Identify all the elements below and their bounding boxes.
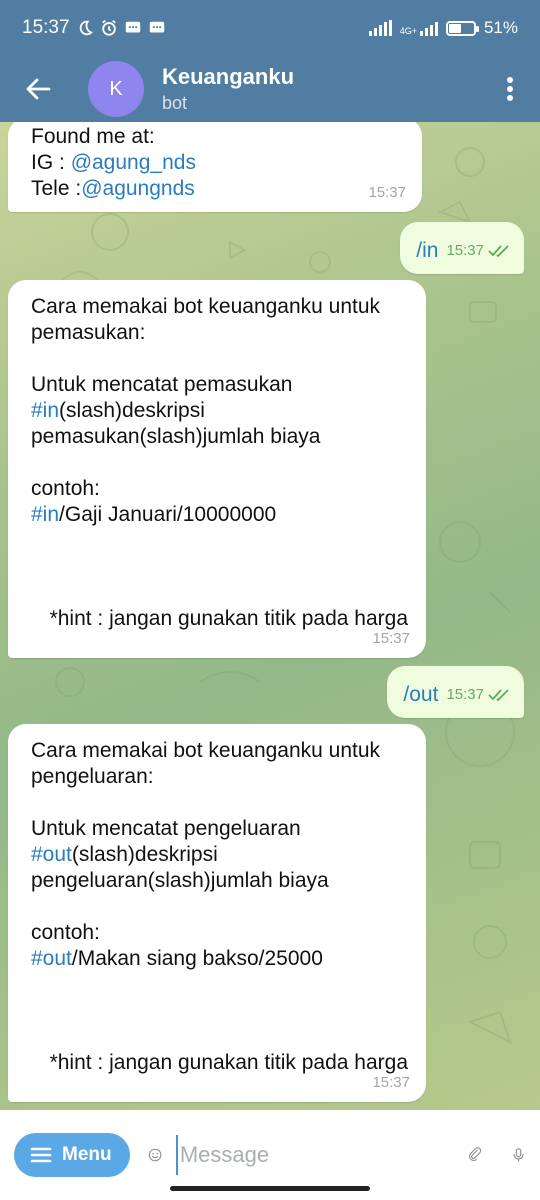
arrow-left-icon — [26, 78, 51, 100]
signal-icon — [419, 20, 438, 36]
double-check-icon — [488, 245, 509, 257]
battery-icon — [445, 20, 479, 36]
message-bubble-incoming[interactable]: Cara memakai bot keuanganku untuk pengel… — [8, 724, 426, 1102]
command-link[interactable]: /out — [403, 682, 438, 708]
message-line: #out/Makan siang bakso/25000 — [31, 947, 323, 970]
hint-text: *hint : jangan gunakan titik pada harga — [49, 1051, 408, 1074]
moon-icon — [79, 20, 93, 36]
double-check-icon — [488, 689, 509, 701]
message-line: Cara memakai bot keuanganku untuk — [31, 295, 381, 318]
status-time: 15:37 — [22, 17, 70, 38]
username-link[interactable]: @agung_nds — [71, 151, 196, 174]
message-notification-icon — [149, 21, 164, 33]
avatar[interactable]: K — [88, 61, 144, 117]
more-vertical-icon — [507, 77, 513, 101]
username-link[interactable]: @agungnds — [81, 177, 195, 200]
command-link[interactable]: /in — [416, 238, 438, 264]
chat-info[interactable]: Keuanganku bot — [162, 63, 294, 115]
chat-header: K Keuanganku bot — [0, 56, 540, 122]
message-line: pengeluaran(slash)jumlah biaya — [31, 869, 329, 892]
hamburger-icon — [30, 1147, 52, 1163]
message-line: pemasukan: — [31, 321, 146, 344]
chat-area[interactable]: Found me at: IG : @agung_nds Tele :@agun… — [0, 122, 540, 1110]
message-line: contoh: — [31, 477, 100, 500]
message-time: 15:37 — [446, 686, 484, 703]
back-button[interactable] — [0, 56, 76, 122]
message-bubble-outgoing[interactable]: /out 15:37 — [387, 666, 524, 718]
hashtag-link[interactable]: #out — [31, 947, 72, 970]
message-time: 15:37 — [372, 1074, 410, 1091]
message-line — [31, 450, 408, 476]
chat-subtitle: bot — [162, 93, 188, 113]
message-line: #in/Gaji Januari/10000000 — [31, 503, 277, 526]
message-line: Cara memakai bot keuanganku untuk — [31, 739, 381, 762]
message-line: pemasukan(slash)jumlah biaya — [31, 425, 321, 448]
microphone-icon[interactable] — [511, 1138, 526, 1172]
message-bubble-incoming[interactable]: Cara memakai bot keuanganku untuk pemasu… — [8, 280, 426, 658]
smiley-icon[interactable] — [148, 1139, 162, 1171]
hashtag-link[interactable]: #in — [31, 503, 59, 526]
home-indicator[interactable] — [170, 1186, 370, 1191]
menu-button-label: Menu — [62, 1144, 112, 1165]
message-bubble-outgoing[interactable]: /in 15:37 — [400, 222, 524, 274]
bot-menu-button[interactable]: Menu — [14, 1133, 130, 1177]
hint-text: *hint : jangan gunakan titik pada harga — [49, 607, 408, 630]
message-time: 15:37 — [372, 630, 410, 647]
message-line — [31, 790, 408, 816]
message-line: IG : @agung_nds — [31, 151, 196, 174]
message-line: Found me at: — [31, 125, 155, 148]
message-notification-icon — [125, 21, 140, 33]
message-line: Tele :@agungnds — [31, 177, 195, 200]
battery-percent: 51% — [483, 18, 518, 37]
signal-icon — [368, 20, 392, 36]
chat-title: Keuanganku — [162, 64, 295, 89]
message-line: Untuk mencatat pemasukan — [31, 373, 293, 396]
more-options-button[interactable] — [480, 56, 540, 122]
message-bubble-incoming[interactable]: Found me at: IG : @agung_nds Tele :@agun… — [8, 122, 422, 212]
message-input[interactable] — [175, 1135, 468, 1175]
message-line: Untuk mencatat pengeluaran — [31, 817, 301, 840]
status-bar: 15:37 4G+ 51% — [0, 0, 540, 56]
hashtag-link[interactable]: #out — [31, 843, 72, 866]
hashtag-link[interactable]: #in — [31, 399, 59, 422]
message-line — [31, 346, 408, 372]
message-line: contoh: — [31, 921, 100, 944]
network-type: 4G+ — [399, 26, 417, 36]
message-time: 15:37 — [368, 184, 406, 201]
message-line — [31, 894, 408, 920]
alarm-icon — [101, 20, 116, 36]
message-line: #in(slash)deskripsi — [31, 399, 205, 422]
message-line: pengeluaran: — [31, 765, 154, 788]
message-time: 15:37 — [446, 242, 484, 259]
paperclip-icon[interactable] — [468, 1138, 483, 1172]
message-line: #out(slash)deskripsi — [31, 843, 218, 866]
